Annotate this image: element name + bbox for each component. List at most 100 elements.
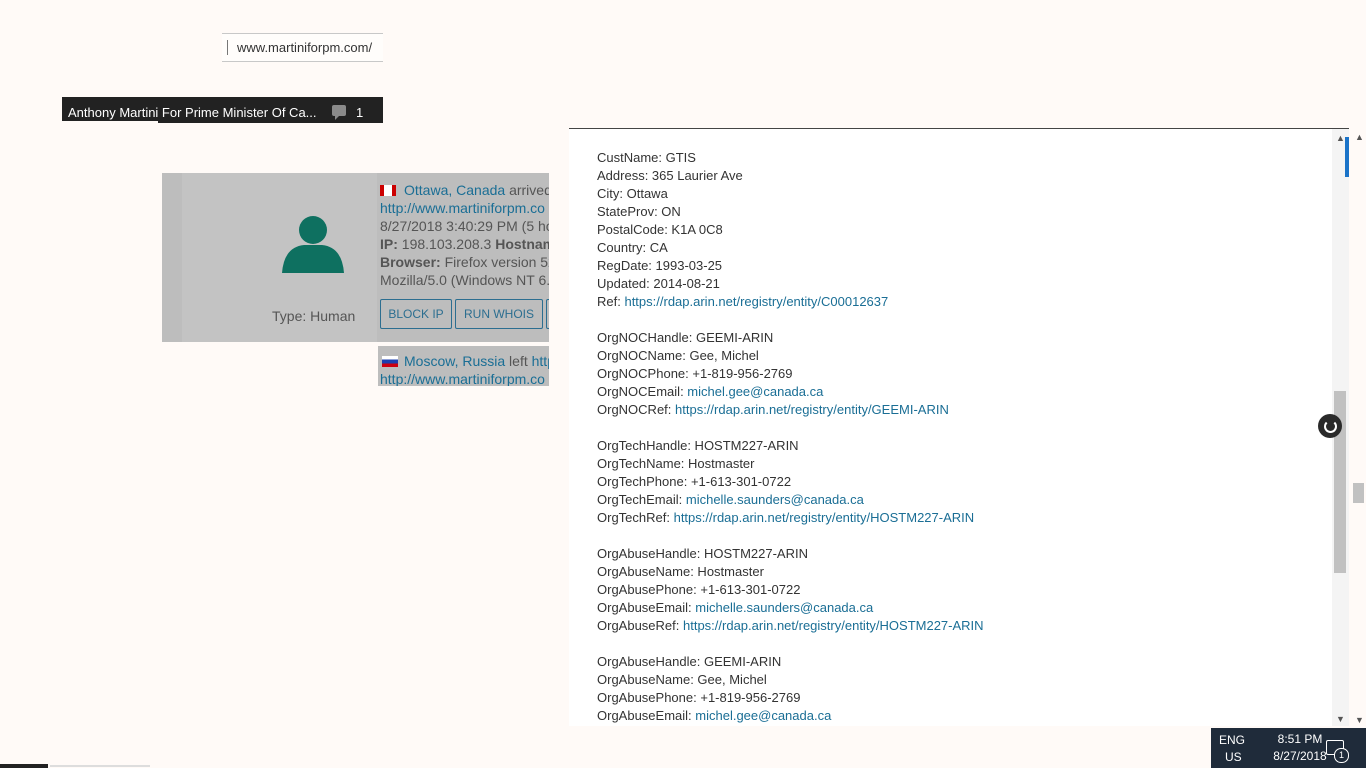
whois-field: OrgAbusePhone: +1-819-956-2769 xyxy=(597,690,801,705)
more-button[interactable] xyxy=(546,299,549,329)
page-scroll-up-icon[interactable]: ▲ xyxy=(1355,132,1364,142)
whois-row: RegDate: 1993-03-25 xyxy=(597,257,1319,275)
comment-count: 1 xyxy=(356,105,364,120)
language-primary[interactable]: ENG xyxy=(1219,733,1245,747)
whois-field: Country: CA xyxy=(597,240,668,255)
whois-link[interactable]: michelle.saunders@canada.ca xyxy=(686,492,864,507)
url-field[interactable]: www.martiniforpm.com/ xyxy=(222,33,383,62)
whois-content: CustName: GTIS Address: 365 Laurier Ave Ci… xyxy=(597,149,1319,725)
page-scroll-thumb[interactable] xyxy=(1353,483,1364,503)
tab-underline xyxy=(62,121,158,123)
language-secondary[interactable]: US xyxy=(1225,750,1242,764)
whois-field: OrgAbuseName: Gee, Michel xyxy=(597,672,767,687)
system-tray: ENG US 8:51 PM 8/27/2018 1 xyxy=(1211,728,1366,768)
whois-field: PostalCode: K1A 0C8 xyxy=(597,222,723,237)
visitor2-url[interactable]: http://www.martiniforpm.co xyxy=(380,371,545,386)
whois-row: OrgAbusePhone: +1-613-301-0722 xyxy=(597,581,1319,599)
run-whois-button[interactable]: RUN WHOIS xyxy=(455,299,543,329)
whois-link[interactable]: https://rdap.arin.net/registry/entity/HO… xyxy=(683,618,984,633)
visitor-action: arrived xyxy=(509,182,549,198)
scroll-up-icon[interactable]: ▲ xyxy=(1336,133,1345,143)
visitor2-link-fragment[interactable]: http xyxy=(532,353,549,369)
whois-field: OrgAbuseName: Hostmaster xyxy=(597,564,764,579)
whois-group-gap xyxy=(597,311,1319,329)
whois-link[interactable]: michel.gee@canada.ca xyxy=(687,384,823,399)
post-title-bar[interactable]: Anthony Martini For Prime Minister Of Ca… xyxy=(62,97,383,123)
whois-row: OrgTechEmail: michelle.saunders@canada.c… xyxy=(597,491,1319,509)
visitor-ip: 198.103.208.3 xyxy=(401,236,492,252)
visitor2-action: left xyxy=(509,353,528,369)
visitor-browser-line: Browser: Firefox version 52 xyxy=(380,254,549,270)
whois-field: OrgNOCName: Gee, Michel xyxy=(597,348,759,363)
whois-field: OrgAbuseEmail: xyxy=(597,600,696,615)
canada-flag-icon xyxy=(380,185,396,196)
side-accent-tab xyxy=(1345,137,1349,177)
hostname-label: Hostnam xyxy=(495,236,549,252)
whois-row: CustName: GTIS xyxy=(597,149,1319,167)
whois-group-gap xyxy=(597,419,1319,437)
russia-flag-icon xyxy=(382,356,398,367)
visitor-browser: Firefox version 52 xyxy=(444,254,549,270)
whois-field: RegDate: 1993-03-25 xyxy=(597,258,723,273)
whois-field: Ref: xyxy=(597,294,625,309)
whois-row: OrgAbuseHandle: GEEMI-ARIN xyxy=(597,653,1319,671)
whois-row: OrgAbuseHandle: HOSTM227-ARIN xyxy=(597,545,1319,563)
whois-row: City: Ottawa xyxy=(597,185,1319,203)
whois-row: OrgTechHandle: HOSTM227-ARIN xyxy=(597,437,1319,455)
whois-field: OrgTechEmail: xyxy=(597,492,686,507)
whois-field: OrgAbusePhone: +1-613-301-0722 xyxy=(597,582,801,597)
whois-row: OrgAbuseName: Hostmaster xyxy=(597,563,1319,581)
whois-row: OrgNOCPhone: +1-819-956-2769 xyxy=(597,365,1319,383)
notification-count: 1 xyxy=(1334,748,1349,763)
whois-row: OrgAbuseName: Gee, Michel xyxy=(597,671,1319,689)
whois-link[interactable]: https://rdap.arin.net/registry/entity/GE… xyxy=(675,402,949,417)
scroll-down-icon[interactable]: ▼ xyxy=(1336,714,1345,724)
ip-label: IP: xyxy=(380,236,398,252)
whois-row: OrgNOCHandle: GEEMI-ARIN xyxy=(597,329,1319,347)
visitor-card-2: Moscow, Russia left http http://www.mart… xyxy=(378,346,549,386)
user-avatar-icon xyxy=(282,216,344,273)
whois-row: OrgAbuseRef: https://rdap.arin.net/regis… xyxy=(597,617,1319,635)
whois-field: OrgNOCEmail: xyxy=(597,384,688,399)
whois-row: OrgTechName: Hostmaster xyxy=(597,455,1319,473)
page-scrollbar[interactable]: ▲ ▼ xyxy=(1350,128,1366,725)
taskbar-left-edge xyxy=(0,764,48,768)
whois-row: PostalCode: K1A 0C8 xyxy=(597,221,1319,239)
whois-field: OrgTechHandle: HOSTM227-ARIN xyxy=(597,438,799,453)
whois-field: OrgNOCHandle: GEEMI-ARIN xyxy=(597,330,774,345)
card-gap xyxy=(162,342,378,346)
browser-label: Browser: xyxy=(380,254,441,270)
whois-link[interactable]: https://rdap.arin.net/registry/entity/C0… xyxy=(624,294,888,309)
visitor-ip-line: IP: 198.103.208.3 Hostnam xyxy=(380,236,549,252)
visitor-avatar-panel: Type: Human xyxy=(182,173,377,342)
visitor-card: Type: Human Ottawa, Canada arrived http:… xyxy=(162,173,549,342)
whois-group-gap xyxy=(597,635,1319,653)
whois-row: OrgNOCName: Gee, Michel xyxy=(597,347,1319,365)
block-ip-button[interactable]: BLOCK IP xyxy=(380,299,452,329)
visitor-url[interactable]: http://www.martiniforpm.co xyxy=(380,200,545,216)
text-caret xyxy=(227,40,228,55)
whois-row: Updated: 2014-08-21 xyxy=(597,275,1319,293)
whois-link[interactable]: michelle.saunders@canada.ca xyxy=(695,600,873,615)
whois-row: OrgAbuseEmail: michel.gee@canada.ca xyxy=(597,707,1319,725)
visitor-user-agent: Mozilla/5.0 (Windows NT 6. xyxy=(380,272,549,288)
comment-icon[interactable] xyxy=(332,105,346,120)
whois-field: OrgAbuseEmail: xyxy=(597,708,696,723)
whois-link[interactable]: https://rdap.arin.net/registry/entity/HO… xyxy=(674,510,975,525)
whois-row: StateProv: ON xyxy=(597,203,1319,221)
page-scroll-down-icon[interactable]: ▼ xyxy=(1355,715,1364,725)
post-title[interactable]: Anthony Martini For Prime Minister Of Ca… xyxy=(68,105,318,120)
whois-row: OrgTechRef: https://rdap.arin.net/regist… xyxy=(597,509,1319,527)
whois-field: OrgNOCPhone: +1-819-956-2769 xyxy=(597,366,793,381)
whois-row: Country: CA xyxy=(597,239,1319,257)
whois-field: Updated: 2014-08-21 xyxy=(597,276,720,291)
whois-link[interactable]: michel.gee@canada.ca xyxy=(695,708,831,723)
whois-field: City: Ottawa xyxy=(597,186,668,201)
visitor2-location[interactable]: Moscow, Russia xyxy=(404,353,505,369)
whois-field: OrgTechPhone: +1-613-301-0722 xyxy=(597,474,792,489)
whois-row: OrgNOCEmail: michel.gee@canada.ca xyxy=(597,383,1319,401)
visitor-type: Type: Human xyxy=(272,308,356,324)
visitor-location[interactable]: Ottawa, Canada xyxy=(404,182,505,198)
whois-field: StateProv: ON xyxy=(597,204,681,219)
refresh-icon[interactable] xyxy=(1318,414,1342,438)
